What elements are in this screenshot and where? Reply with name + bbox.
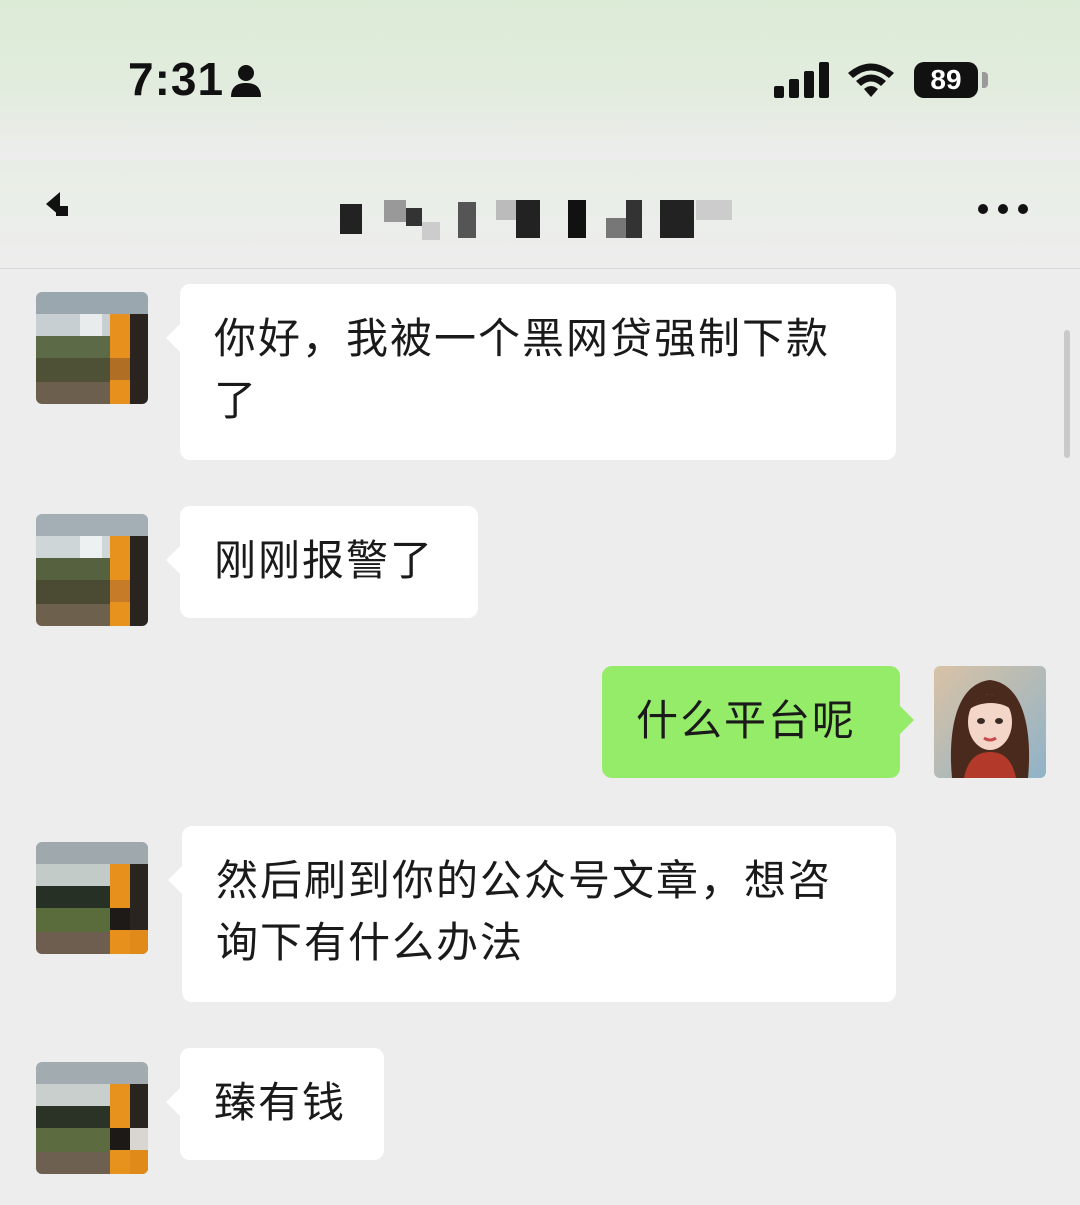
message-row: 臻有钱: [0, 1048, 1080, 1182]
avatar[interactable]: [36, 292, 148, 404]
nav-bar: [0, 160, 1080, 269]
message-row: 什么平台呢: [0, 666, 1080, 786]
profile-photo: [934, 666, 1046, 778]
message-bubble: 你好，我被一个黑网贷强制下款了: [166, 284, 896, 460]
message-bubble: 什么平台呢: [602, 666, 914, 778]
chat-title-pixelated: [340, 200, 740, 240]
more-icon[interactable]: [976, 200, 1030, 216]
back-icon[interactable]: [42, 186, 78, 222]
signal-icon: [774, 62, 829, 98]
message-row: 刚刚报警了: [0, 506, 1080, 634]
wifi-icon: [848, 63, 894, 97]
avatar[interactable]: [36, 514, 148, 626]
person-icon: [231, 65, 261, 97]
status-bar: 7:31 89: [0, 0, 1080, 160]
battery-icon: 89: [914, 62, 978, 98]
scrollbar[interactable]: [1064, 330, 1070, 458]
message-row: 你好，我被一个黑网贷强制下款了: [0, 284, 1080, 472]
message-bubble: 臻有钱: [166, 1048, 384, 1160]
chat-area: 你好，我被一个黑网贷强制下款了 刚刚报警了 什么平台呢 然后刷到你的公众号文章，…: [0, 268, 1080, 1205]
message-row: 然后刷到你的公众号文章，想咨询下有什么办法: [0, 826, 1080, 1012]
battery-tip: [982, 72, 988, 88]
status-time: 7:31: [128, 53, 225, 105]
avatar[interactable]: [934, 666, 1046, 778]
avatar[interactable]: [36, 842, 148, 954]
message-bubble: 然后刷到你的公众号文章，想咨询下有什么办法: [168, 826, 896, 1002]
message-bubble: 刚刚报警了: [166, 506, 478, 618]
avatar[interactable]: [36, 1062, 148, 1174]
